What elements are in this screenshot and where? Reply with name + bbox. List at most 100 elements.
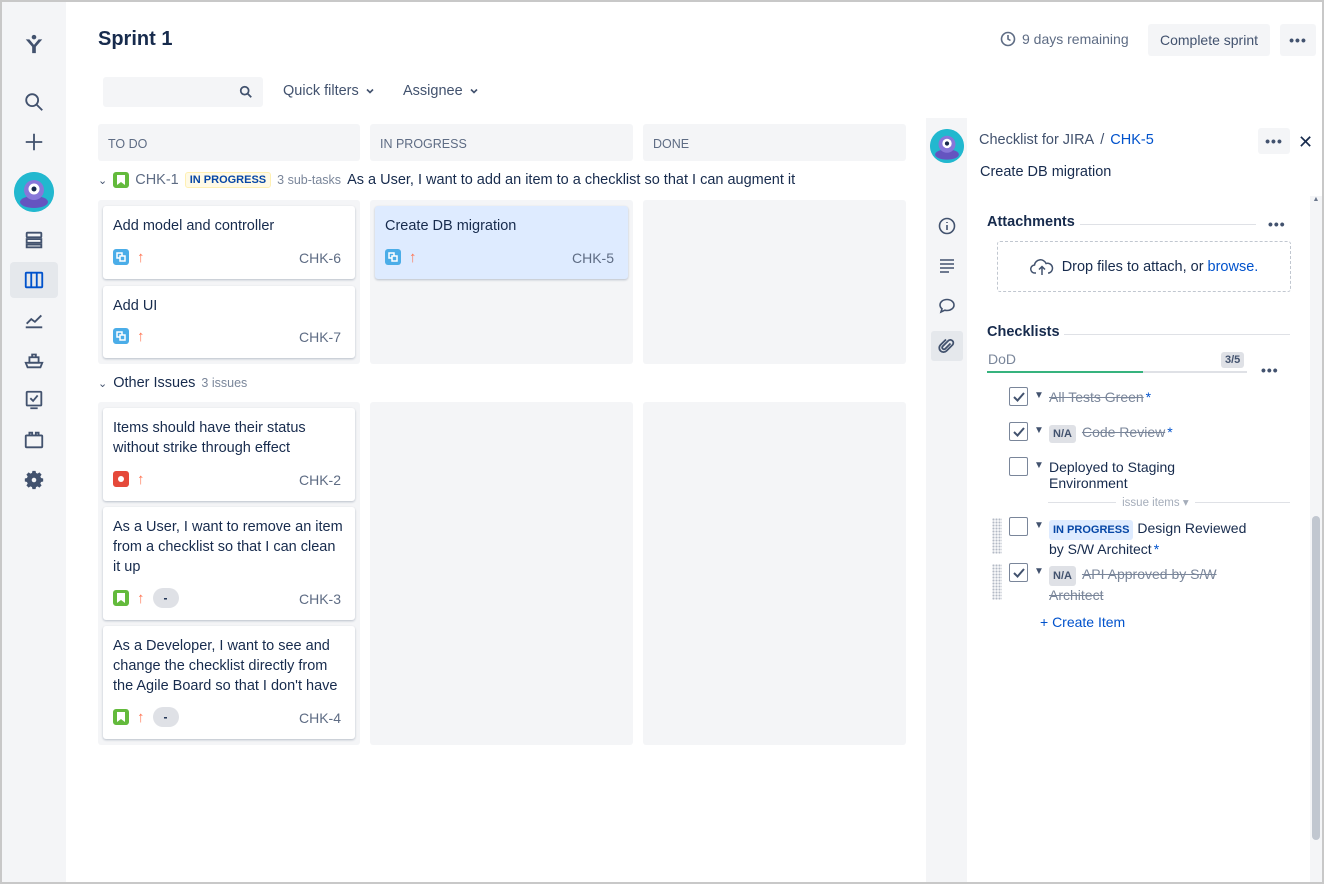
swimlane-header-other-issues[interactable]: ⌄ Other Issues 3 issues bbox=[98, 375, 247, 391]
checklist-checkbox[interactable] bbox=[1009, 387, 1028, 406]
issue-count: 3 issues bbox=[201, 376, 248, 390]
checkmark-icon bbox=[1012, 426, 1025, 437]
search-icon[interactable] bbox=[239, 85, 253, 99]
board-search bbox=[103, 77, 263, 107]
checklist-name-field[interactable]: DoD bbox=[987, 349, 1247, 373]
card-summary: Items should have their status without s… bbox=[113, 420, 306, 456]
info-icon[interactable] bbox=[931, 211, 963, 241]
components-icon[interactable] bbox=[10, 422, 58, 458]
detail-more-button[interactable]: ••• bbox=[1258, 128, 1290, 154]
close-icon[interactable]: ✕ bbox=[1298, 132, 1313, 153]
checklist-checkbox[interactable] bbox=[1009, 563, 1028, 582]
item-label: All Tests Green bbox=[1049, 389, 1144, 405]
releases-icon[interactable] bbox=[10, 342, 58, 378]
issue-card-chk-7[interactable]: Add UI ↑ CHK-7 bbox=[103, 286, 355, 358]
card-key: CHK-5 bbox=[571, 250, 614, 266]
mandatory-star: * bbox=[1153, 541, 1160, 557]
detail-summary[interactable]: Create DB migration bbox=[980, 164, 1111, 180]
column-header-in-progress: IN PROGRESS bbox=[370, 124, 633, 161]
card-summary: As a Developer, I want to see and change… bbox=[113, 638, 338, 694]
checklist-checkbox[interactable] bbox=[1009, 422, 1028, 441]
na-status-badge: N/A bbox=[1049, 425, 1076, 443]
breadcrumb-issue-key[interactable]: CHK-5 bbox=[1110, 132, 1154, 148]
detail-scrollbar-thumb[interactable] bbox=[1312, 516, 1320, 840]
checklist-progress-fill bbox=[987, 371, 1143, 373]
item-expand-caret-icon[interactable]: ▼ bbox=[1034, 390, 1044, 401]
chevron-down-icon bbox=[470, 88, 478, 94]
detail-breadcrumb: Checklist for JIRA / CHK-5 bbox=[979, 132, 1154, 148]
issue-card-chk-6[interactable]: Add model and controller ↑ CHK-6 bbox=[103, 206, 355, 279]
assignee-dropdown[interactable]: Assignee bbox=[403, 83, 479, 99]
description-icon[interactable] bbox=[931, 251, 963, 281]
item-expand-caret-icon[interactable]: ▼ bbox=[1034, 520, 1044, 531]
parent-issue-key[interactable]: CHK-1 bbox=[135, 172, 179, 188]
checklist-checkbox[interactable] bbox=[1009, 517, 1028, 536]
card-key: CHK-2 bbox=[298, 472, 341, 488]
card-summary: Add UI bbox=[113, 298, 158, 314]
bug-icon bbox=[113, 471, 129, 487]
item-expand-caret-icon[interactable]: ▼ bbox=[1034, 460, 1044, 471]
checklist-more-button[interactable]: ••• bbox=[1261, 362, 1279, 378]
checklist-item-text[interactable]: N/A API Approved by S/W Architect bbox=[1049, 565, 1234, 604]
checklist-item-text[interactable]: Deployed to Staging Environment bbox=[1049, 459, 1189, 491]
clock-icon bbox=[1000, 31, 1016, 47]
item-expand-caret-icon[interactable]: ▼ bbox=[1034, 425, 1044, 436]
comment-icon[interactable] bbox=[931, 291, 963, 321]
done-column-body-other bbox=[643, 402, 906, 745]
reports-icon[interactable] bbox=[10, 302, 58, 338]
attachment-paperclip-icon[interactable] bbox=[931, 331, 963, 361]
board-icon[interactable] bbox=[10, 262, 58, 298]
create-icon[interactable] bbox=[10, 124, 58, 160]
browse-link[interactable]: browse. bbox=[1208, 259, 1259, 275]
project-avatar bbox=[930, 129, 964, 163]
parent-issue-summary: As a User, I want to add an item to a ch… bbox=[347, 172, 796, 188]
issue-card-chk-3[interactable]: As a User, I want to remove an item from… bbox=[103, 507, 355, 620]
quick-filters-label: Quick filters bbox=[283, 83, 359, 99]
priority-high-icon: ↑ bbox=[137, 470, 145, 488]
board-more-button[interactable]: ••• bbox=[1280, 24, 1316, 56]
backlog-icon[interactable] bbox=[10, 222, 58, 258]
checklist-checkbox[interactable] bbox=[1009, 457, 1028, 476]
checklist-item-text[interactable]: N/A Code Review * bbox=[1049, 424, 1249, 443]
subtask-icon bbox=[113, 328, 129, 344]
checklist-item-text[interactable]: IN PROGRESS Design Reviewed by S/W Archit… bbox=[1049, 519, 1249, 558]
issue-card-chk-5[interactable]: Create DB migration ↑ CHK-5 bbox=[375, 206, 628, 279]
attachment-dropzone[interactable]: Drop files to attach, or browse. bbox=[997, 241, 1291, 292]
column-header-done: DONE bbox=[643, 124, 906, 161]
checklist-item-text[interactable]: All Tests Green * bbox=[1049, 389, 1249, 405]
checklists-divider bbox=[1064, 334, 1290, 335]
drag-handle-icon[interactable] bbox=[992, 564, 1002, 600]
breadcrumb-project[interactable]: Checklist for JIRA bbox=[979, 132, 1094, 148]
item-expand-caret-icon[interactable]: ▼ bbox=[1034, 566, 1044, 577]
quick-filters-dropdown[interactable]: Quick filters bbox=[283, 83, 375, 99]
days-remaining-text: 9 days remaining bbox=[1022, 31, 1129, 47]
search-input[interactable] bbox=[105, 79, 235, 105]
jira-logo-icon[interactable] bbox=[10, 26, 58, 62]
scroll-up-arrow-icon[interactable]: ▲ bbox=[1312, 196, 1320, 206]
drop-files-text: Drop files to attach, or bbox=[1061, 258, 1204, 275]
page-title: Sprint 1 bbox=[98, 28, 173, 50]
mandatory-star: * bbox=[1167, 424, 1173, 440]
drag-handle-icon[interactable] bbox=[992, 518, 1002, 554]
create-item-button[interactable]: + Create Item bbox=[1040, 614, 1125, 630]
subtask-icon bbox=[113, 249, 129, 265]
search-icon[interactable] bbox=[10, 84, 58, 120]
complete-sprint-button[interactable]: Complete sprint bbox=[1148, 24, 1270, 56]
user-avatar[interactable] bbox=[14, 172, 54, 212]
issue-card-chk-4[interactable]: As a Developer, I want to see and change… bbox=[103, 626, 355, 739]
collapse-chevron-icon[interactable]: ⌄ bbox=[98, 377, 107, 390]
checklist-app-icon[interactable] bbox=[10, 382, 58, 418]
card-summary: As a User, I want to remove an item from… bbox=[113, 519, 343, 575]
checklists-title: Checklists bbox=[987, 324, 1060, 340]
card-key: CHK-3 bbox=[298, 591, 341, 607]
assignee-label: Assignee bbox=[403, 83, 463, 99]
card-summary: Add model and controller bbox=[113, 218, 275, 234]
collapse-chevron-icon[interactable]: ⌄ bbox=[98, 174, 107, 187]
issue-items-divider[interactable]: issue items ▾ bbox=[1048, 494, 1290, 510]
settings-gear-icon[interactable] bbox=[10, 462, 58, 498]
attachments-more-button[interactable]: ••• bbox=[1268, 216, 1286, 232]
swimlane-header-chk-1[interactable]: ⌄ CHK-1 IN PROGRESS 3 sub-tasks As a Use… bbox=[98, 172, 795, 188]
issue-card-chk-2[interactable]: Items should have their status without s… bbox=[103, 408, 355, 501]
priority-high-icon: ↑ bbox=[137, 589, 145, 607]
swimlane-label: Other Issues bbox=[113, 375, 196, 391]
